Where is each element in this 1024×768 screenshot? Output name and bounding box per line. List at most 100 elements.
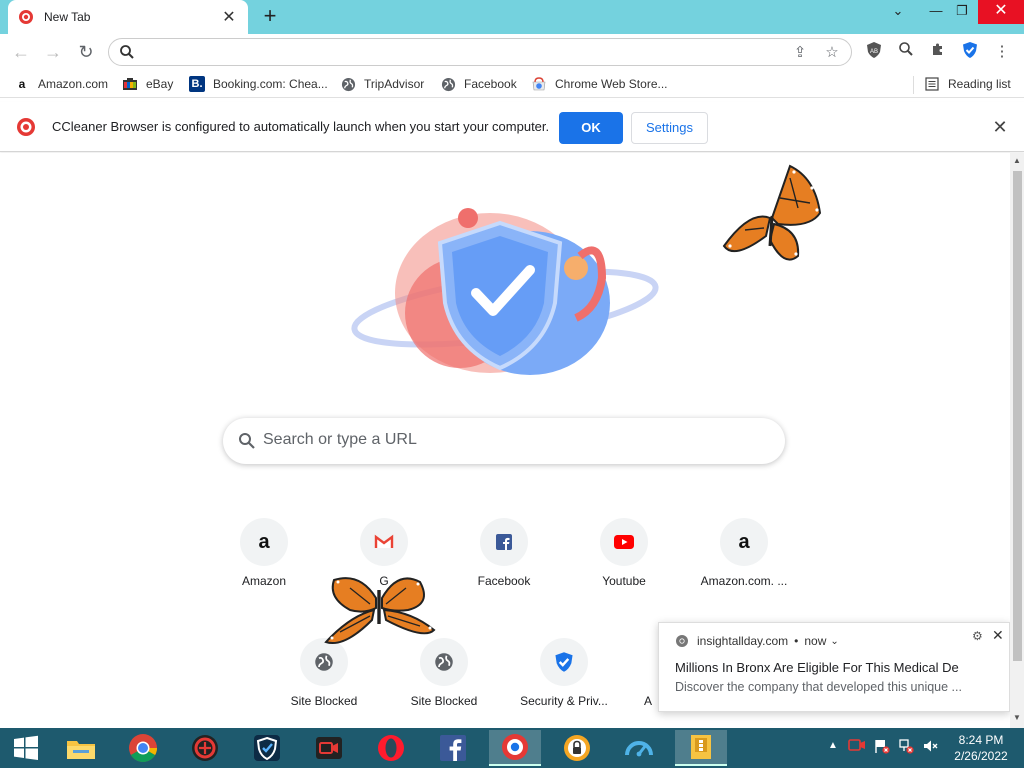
bookmark-star-icon[interactable]: ☆ (821, 42, 843, 64)
bookmark-label: Facebook (464, 77, 517, 91)
bookmark-label: Amazon.com (38, 77, 109, 91)
show-hidden-icons-icon[interactable]: ▲ (828, 740, 838, 751)
notification-source: insightallday.com • now ⌄ (675, 634, 839, 648)
tile-label: Amazon (241, 574, 287, 588)
vpn-lock-taskbar-icon[interactable] (551, 730, 603, 766)
settings-button[interactable]: Settings (631, 112, 708, 144)
tab-search-chevron-icon[interactable]: ⌄ (882, 0, 914, 24)
shortcut-tile[interactable]: A (628, 638, 656, 738)
security-app-taskbar-icon[interactable] (179, 730, 231, 766)
new-tab-page: Search or type a URL a Amazon G Facebook… (0, 153, 1010, 728)
windows-taskbar: ▲ 8:24 PM 2/26/2022 (0, 728, 1024, 768)
tile-label: Amazon.com. ... (700, 574, 788, 588)
ok-button[interactable]: OK (559, 112, 623, 144)
shield-icon (540, 638, 588, 686)
youtube-icon (600, 518, 648, 566)
screen-recorder-taskbar-icon[interactable] (303, 730, 355, 766)
window-close-button[interactable]: ✕ (978, 0, 1024, 24)
windows-logo-icon (14, 735, 38, 760)
restore-button[interactable]: ❐ (946, 0, 978, 24)
tab-strip: New Tab ✕ + ⌄ — ❐ ✕ (0, 0, 1024, 34)
new-tab-button[interactable]: + (258, 5, 282, 29)
page-scrollbar[interactable]: ▲ ▼ (1010, 153, 1024, 728)
security-shield-icon[interactable] (959, 41, 981, 63)
address-bar[interactable]: ⇪ ☆ (108, 38, 852, 66)
globe-icon (340, 76, 356, 92)
facebook-taskbar-icon[interactable] (427, 730, 479, 766)
volume-muted-tray-icon[interactable] (922, 738, 938, 757)
tab-new-tab[interactable]: New Tab ✕ (8, 0, 248, 34)
system-clock[interactable]: 8:24 PM 2/26/2022 (944, 732, 1018, 764)
share-icon[interactable]: ⇪ (789, 42, 811, 64)
close-infobar-icon[interactable]: ✕ (990, 117, 1010, 137)
reading-list-button[interactable]: Reading list (924, 75, 1011, 93)
tile-label: A (644, 694, 653, 708)
reload-button[interactable]: ↻ (73, 39, 99, 65)
bookmark-booking[interactable]: B. Booking.com: Chea... (189, 75, 328, 93)
facebook-icon (480, 518, 528, 566)
close-tab-icon[interactable]: ✕ (220, 7, 238, 27)
bookmark-chrome-web-store[interactable]: Chrome Web Store... (531, 75, 668, 93)
scroll-up-arrow-icon[interactable]: ▲ (1012, 156, 1022, 166)
chrome-icon (675, 634, 689, 648)
zoom-icon[interactable] (895, 41, 917, 63)
bookmark-tripadvisor[interactable]: TripAdvisor (340, 75, 424, 93)
shortcut-tile[interactable]: a Amazon (208, 518, 320, 618)
shortcut-tile[interactable]: Site Blocked (268, 638, 380, 738)
reading-list-icon (924, 76, 940, 92)
infobar-message: CCleaner Browser is configured to automa… (52, 119, 550, 134)
amazon-icon: a (18, 77, 26, 91)
archive-app-taskbar-icon[interactable] (675, 730, 727, 766)
forward-button[interactable]: → (40, 39, 66, 65)
ntp-search-box[interactable]: Search or type a URL (223, 418, 785, 464)
ccleaner-browser-taskbar-icon[interactable] (489, 730, 541, 766)
bookmark-label: eBay (146, 77, 174, 91)
push-notification[interactable]: insightallday.com • now ⌄ ⚙ ✕ Millions I… (658, 622, 1010, 712)
shortcut-tile[interactable]: Site Blocked (388, 638, 500, 738)
start-button[interactable] (0, 730, 52, 766)
tab-title: New Tab (44, 10, 91, 24)
shortcut-tile[interactable]: Facebook (448, 518, 560, 618)
close-icon[interactable]: ✕ (992, 627, 1004, 644)
vpn-shield-taskbar-icon[interactable] (241, 730, 293, 766)
butterfly-decoration (722, 164, 822, 261)
tile-label: Facebook (477, 574, 531, 588)
speedometer-taskbar-icon[interactable] (613, 730, 665, 766)
chrome-taskbar-icon[interactable] (117, 730, 169, 766)
flag-tray-icon[interactable] (874, 738, 890, 757)
chevron-down-icon[interactable]: ⌄ (830, 636, 838, 647)
bookmark-ebay[interactable]: eBay (122, 75, 173, 93)
separator-dot: • (794, 634, 799, 648)
shortcut-tile[interactable]: a Amazon.com. ... (688, 518, 800, 618)
bookmark-amazon[interactable]: a Amazon.com (14, 75, 108, 93)
bookmarks-divider (913, 76, 914, 94)
gear-icon[interactable]: ⚙ (972, 629, 983, 643)
gmail-icon (360, 518, 408, 566)
notification-body: Discover the company that developed this… (675, 680, 962, 694)
scroll-thumb[interactable] (1013, 171, 1022, 661)
recorder-tray-icon[interactable] (848, 738, 866, 755)
shortcut-tile[interactable]: Youtube (568, 518, 680, 618)
tile-label: Youtube (602, 574, 646, 588)
ccleaner-browser-icon (16, 117, 36, 142)
opera-taskbar-icon[interactable] (365, 730, 417, 766)
tile-label: Site Blocked (410, 694, 478, 708)
tile-label: Security & Priv... (520, 694, 608, 708)
network-tray-icon[interactable] (898, 738, 914, 757)
address-input[interactable] (143, 42, 763, 62)
bookmark-label: Chrome Web Store... (555, 77, 668, 91)
shortcut-tile[interactable]: Security & Priv... (508, 638, 620, 738)
svg-text:AB: AB (870, 49, 878, 55)
adblock-extension-icon[interactable]: AB (863, 41, 885, 63)
menu-kebab-icon[interactable]: ⋮ (991, 41, 1013, 63)
extensions-puzzle-icon[interactable] (927, 41, 949, 63)
amazon-icon: a (240, 518, 288, 566)
bookmark-label: Booking.com: Chea... (213, 77, 328, 91)
bookmark-facebook[interactable]: Facebook (440, 75, 517, 93)
shield-illustration (351, 208, 659, 375)
back-button[interactable]: ← (8, 39, 34, 65)
file-explorer-taskbar-icon[interactable] (55, 730, 107, 766)
clock-date: 2/26/2022 (954, 749, 1008, 763)
scroll-down-arrow-icon[interactable]: ▼ (1012, 713, 1022, 723)
bookmark-label: TripAdvisor (364, 77, 425, 91)
